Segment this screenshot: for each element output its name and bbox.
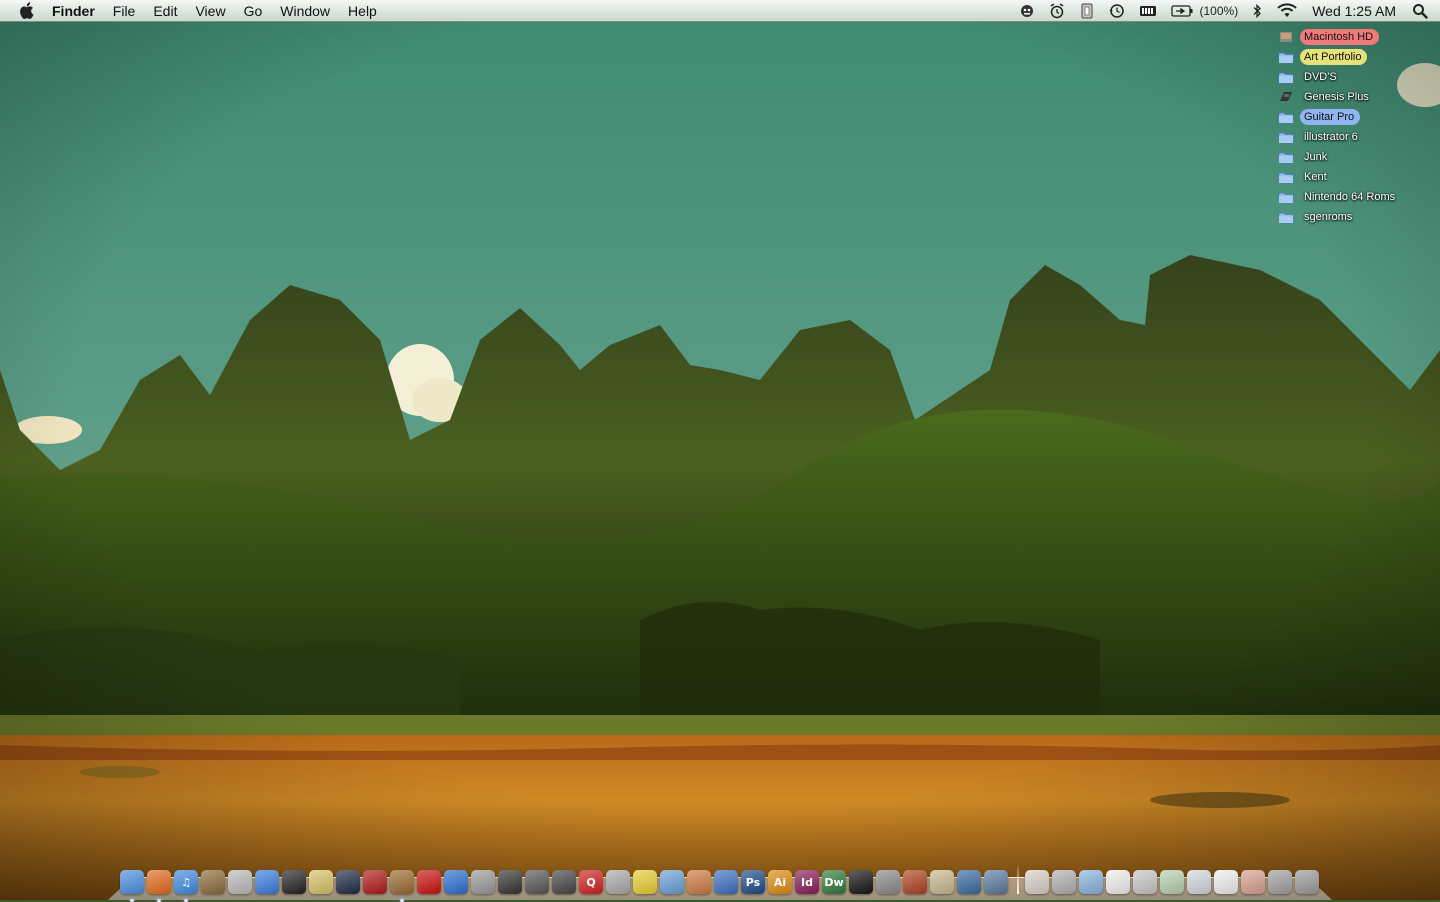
- script-editor-icon[interactable]: [930, 870, 954, 894]
- folder-icon: [1278, 190, 1294, 204]
- window-stack-icon[interactable]: [1187, 870, 1211, 894]
- n64-icon[interactable]: [525, 870, 549, 894]
- document-stack-icon[interactable]: [1106, 870, 1130, 894]
- folder-icon: [1278, 150, 1294, 164]
- dvd-player-icon[interactable]: [228, 870, 252, 894]
- record-icon[interactable]: [417, 870, 441, 894]
- downloads-stack-icon[interactable]: [1052, 870, 1076, 894]
- imovie-icon[interactable]: [282, 870, 306, 894]
- dreamweaver-icon[interactable]: Dw: [822, 870, 846, 894]
- guitar-icon[interactable]: [390, 870, 414, 902]
- desktop-item-label: DVD'S: [1304, 71, 1337, 83]
- desktop-item-sgenroms[interactable]: sgenroms: [1278, 207, 1438, 227]
- desktop-item-art-portfolio[interactable]: Art Portfolio: [1278, 47, 1438, 67]
- script-icon[interactable]: [1072, 0, 1102, 22]
- folder-icon: [1278, 70, 1294, 84]
- time-machine-icon[interactable]: [1102, 0, 1132, 22]
- battery-percent[interactable]: (100%): [1200, 0, 1245, 22]
- text-doc-stack-icon[interactable]: [1214, 870, 1238, 894]
- desktop-item-label: Art Portfolio: [1300, 49, 1368, 65]
- spotlight-search-icon[interactable]: [1406, 0, 1440, 22]
- hard-drive-icon: [1278, 30, 1294, 44]
- menu-file[interactable]: File: [104, 0, 145, 22]
- wordpress-icon[interactable]: [660, 870, 684, 894]
- alarm-clock-icon[interactable]: [1042, 0, 1072, 22]
- desktop-item-genesis-plus[interactable]: Genesis Plus: [1278, 87, 1438, 107]
- folder-icon: [1278, 110, 1294, 124]
- image-capture-icon[interactable]: [984, 870, 1008, 894]
- ichat-icon[interactable]: [255, 870, 279, 894]
- utility-icon[interactable]: [903, 870, 927, 894]
- folder-stack-icon[interactable]: [1079, 870, 1103, 894]
- illustrator-icon[interactable]: Ai: [768, 870, 792, 894]
- squid-icon[interactable]: [687, 870, 711, 894]
- desktop-item-label: Guitar Pro: [1300, 109, 1361, 125]
- photoshop-icon[interactable]: Ps: [741, 870, 765, 894]
- menu-bar: Finder File Edit View Go Window Help (10…: [0, 0, 1440, 22]
- photos-stack-icon[interactable]: [1160, 870, 1184, 894]
- game-app-icon: [1278, 90, 1294, 104]
- desktop-wallpaper: [0, 0, 1440, 900]
- screenshot-icon[interactable]: [471, 870, 495, 894]
- itunes-icon[interactable]: ♫: [174, 870, 198, 902]
- finder-icon[interactable]: [120, 870, 144, 902]
- desktop-item-label: sgenroms: [1304, 211, 1353, 223]
- applications-stack-icon[interactable]: [1025, 870, 1049, 894]
- dock-separator: [1017, 866, 1019, 894]
- iphoto-icon[interactable]: [201, 870, 225, 894]
- desktop-item-label: Junk: [1304, 151, 1328, 163]
- system-preferences-icon[interactable]: [876, 870, 900, 894]
- desktop-item-label: Genesis Plus: [1304, 91, 1369, 103]
- preview-icon[interactable]: [714, 870, 738, 894]
- controller-icon[interactable]: [552, 870, 576, 894]
- menu-edit[interactable]: Edit: [144, 0, 186, 22]
- desktop-item-junk[interactable]: Junk: [1278, 147, 1438, 167]
- desktop-item-dvds[interactable]: DVD'S: [1278, 67, 1438, 87]
- front-row-icon[interactable]: [363, 870, 387, 894]
- desktop-item-nintendo-64-roms[interactable]: Nintendo 64 Roms: [1278, 187, 1438, 207]
- dock: ♫ Q Ps Ai Id Dw: [108, 860, 1332, 902]
- indesign-icon[interactable]: Id: [795, 870, 819, 894]
- menu-app-finder[interactable]: Finder: [50, 0, 104, 22]
- menubar-clock[interactable]: Wed 1:25 AM: [1304, 0, 1406, 22]
- folder-icon: [1278, 170, 1294, 184]
- itunes-disc-icon[interactable]: [444, 870, 468, 894]
- bluetooth-icon[interactable]: [1244, 0, 1270, 22]
- menu-view[interactable]: View: [186, 0, 234, 22]
- desktop-item-label: illustrator 6: [1304, 131, 1358, 143]
- pencil-stack-icon[interactable]: [1268, 870, 1292, 894]
- wifi-icon[interactable]: [1270, 0, 1304, 22]
- desktop-item-label: Macintosh HD: [1300, 29, 1380, 45]
- battery-meter-icon[interactable]: [1132, 0, 1164, 22]
- screenshot-stack-icon[interactable]: [1133, 870, 1157, 894]
- remote-icon[interactable]: [1012, 0, 1042, 22]
- quicktime-icon[interactable]: [336, 870, 360, 894]
- pictures-stack-icon[interactable]: [1241, 870, 1265, 894]
- menu-go[interactable]: Go: [235, 0, 272, 22]
- folder-icon: [1278, 50, 1294, 64]
- battery-icon[interactable]: [1164, 0, 1200, 22]
- desktop-item-macintosh-hd[interactable]: Macintosh HD: [1278, 27, 1438, 47]
- game-console-icon[interactable]: [498, 870, 522, 894]
- desktop-icon-list: Macintosh HD Art Portfolio DVD'S Genesis…: [1278, 27, 1438, 227]
- desktop-item-label: Nintendo 64 Roms: [1304, 191, 1396, 203]
- apple-logo-icon[interactable]: [16, 1, 36, 21]
- desktop-item-guitar-pro[interactable]: Guitar Pro: [1278, 107, 1438, 127]
- adium-icon[interactable]: [633, 870, 657, 894]
- folder-icon: [1278, 210, 1294, 224]
- firefox-icon[interactable]: [147, 870, 171, 902]
- network-utility-icon[interactable]: [957, 870, 981, 894]
- popcorn-icon[interactable]: [309, 870, 333, 894]
- desktop-item-label: Kent: [1304, 171, 1327, 183]
- menu-window[interactable]: Window: [271, 0, 339, 22]
- terminal-icon[interactable]: [849, 870, 873, 894]
- quicktime-red-icon[interactable]: Q: [579, 870, 603, 894]
- folder-icon: [1278, 130, 1294, 144]
- drive-icon[interactable]: [606, 870, 630, 894]
- desktop-item-illustrator-6[interactable]: illustrator 6: [1278, 127, 1438, 147]
- trash-icon[interactable]: [1295, 870, 1319, 894]
- menu-help[interactable]: Help: [339, 0, 386, 22]
- dock-icon-row: ♫ Q Ps Ai Id Dw: [120, 862, 1322, 902]
- desktop-item-kent[interactable]: Kent: [1278, 167, 1438, 187]
